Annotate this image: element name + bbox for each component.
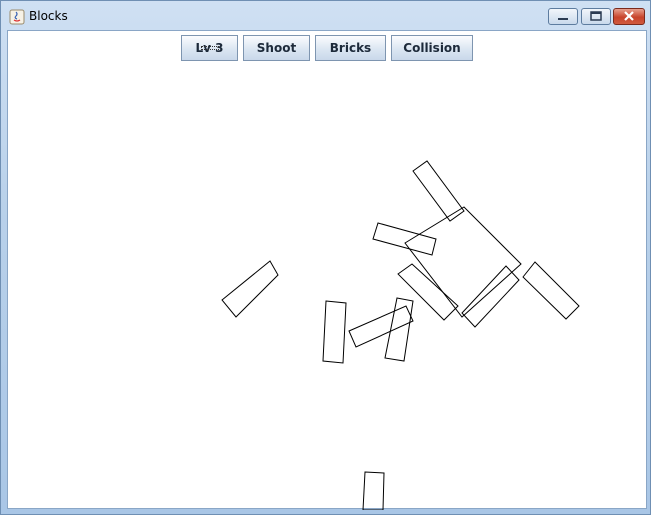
title-bar[interactable]: Blocks: [1, 1, 650, 31]
block: [348, 305, 414, 348]
block: [221, 260, 279, 318]
block-canvas: [221, 160, 580, 510]
block: [461, 265, 520, 328]
block: [322, 300, 347, 364]
block: [362, 471, 385, 510]
maximize-button[interactable]: [581, 8, 611, 25]
close-icon: [624, 11, 634, 21]
block: [522, 261, 580, 320]
block: [404, 206, 522, 318]
game-area[interactable]: Lv 3 Shoot Bricks Collision: [7, 30, 647, 510]
minimize-button[interactable]: [548, 8, 578, 25]
maximize-icon: [590, 11, 602, 21]
application-window: Blocks Lv 3 Shoot Bricks Collision: [0, 0, 651, 515]
block: [384, 297, 414, 362]
block: [372, 222, 437, 256]
minimize-icon: [558, 18, 568, 20]
window-title: Blocks: [29, 9, 68, 23]
close-button[interactable]: [613, 8, 645, 25]
java-app-icon: [9, 9, 25, 25]
